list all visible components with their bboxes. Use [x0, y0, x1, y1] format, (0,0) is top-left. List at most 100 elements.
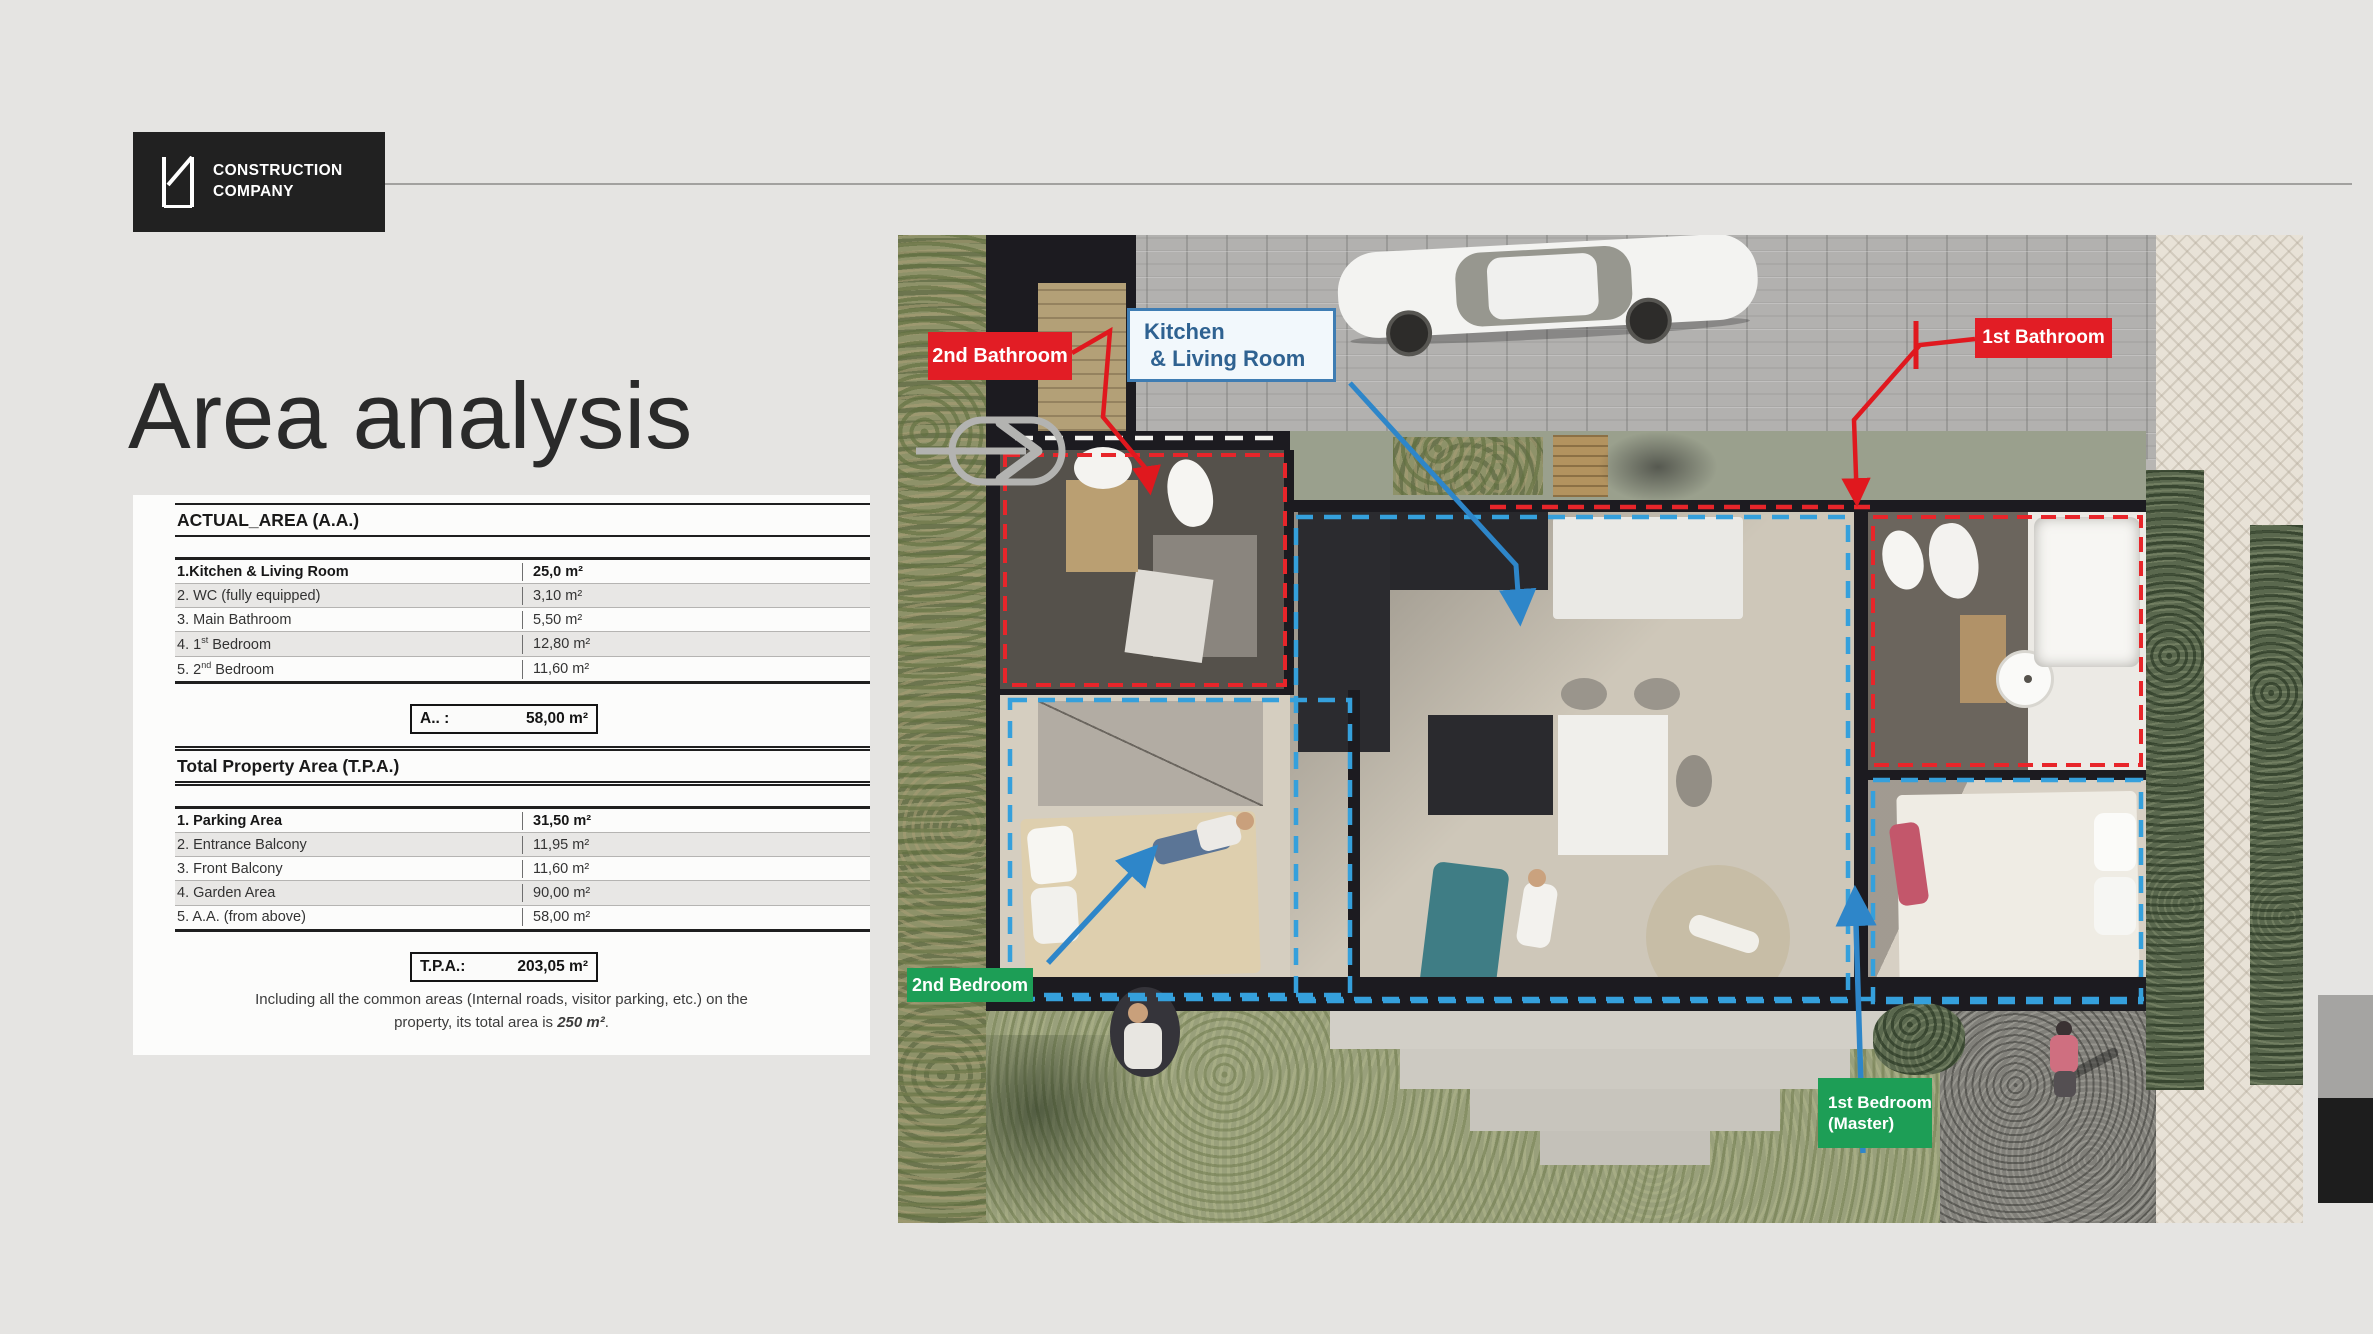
label-bathroom1-text: 1st Bathroom	[1982, 326, 2104, 350]
row-label: 5. 2nd Bedroom	[175, 660, 523, 679]
bedroom2-person-head	[1236, 812, 1254, 830]
person-shadow	[1598, 431, 1718, 503]
bathroom2-shower-glass	[1125, 569, 1214, 663]
table-row: 2. Entrance Balcony11,95 m²	[175, 833, 870, 857]
garden-plant	[1873, 1003, 1965, 1075]
sitting-person-head	[1128, 1003, 1148, 1023]
logo-monogram-icon	[161, 156, 195, 208]
logo-text: CONSTRUCTION COMPANY	[213, 161, 343, 203]
dining-chair-3	[1676, 755, 1712, 807]
tpa-table: 1. Parking Area31,50 m²2. Entrance Balco…	[175, 806, 870, 932]
row-value: 58,00 m²	[523, 908, 590, 926]
bedroom2-pillow-1	[1026, 825, 1078, 886]
actual-area-total: A.. : 58,00 m²	[410, 704, 598, 734]
walking-person-legs	[2054, 1071, 2076, 1097]
terrace-step-3	[1470, 1089, 1780, 1131]
page-title: Area analysis	[128, 362, 692, 470]
sitting-person-torso	[1124, 1023, 1162, 1069]
kitchen-line2: & Living Room	[1150, 346, 1305, 371]
kitchen-island	[1428, 715, 1553, 815]
row-label: 3. Front Balcony	[175, 860, 523, 878]
label-bathroom1: 1st Bathroom	[1975, 318, 2112, 358]
tpa-total-value: 203,05 m²	[517, 958, 588, 976]
table-row: 1. Parking Area31,50 m²	[175, 809, 870, 833]
label-kitchen-living-text: Kitchen & Living Room	[1144, 318, 1305, 373]
actual-area-total-value: 58,00 m²	[526, 710, 588, 728]
label-bathroom2-text: 2nd Bathroom	[932, 344, 1068, 369]
wall-bath2-living	[1284, 450, 1294, 695]
row-value: 90,00 m²	[523, 884, 590, 902]
row-label: 5. A.A. (from above)	[175, 908, 523, 926]
row-label: 4. 1st Bedroom	[175, 635, 523, 654]
dining-table	[1558, 715, 1668, 855]
wall-bed2-living	[1348, 690, 1360, 980]
hedge-right-inner	[2146, 470, 2204, 1090]
row-value: 11,60 m²	[523, 860, 589, 878]
kitchen-line1: Kitchen	[1144, 319, 1225, 344]
dining-chair-2	[1634, 678, 1680, 710]
bathroom2-vanity	[1066, 480, 1138, 572]
dining-chair-1	[1561, 678, 1607, 710]
floor-plan-render: 2nd Bathroom Kitchen & Living Room 1st B…	[898, 235, 2303, 1223]
gravel-path-right	[1940, 1011, 2156, 1223]
row-label: 1. Parking Area	[175, 812, 523, 830]
row-value: 31,50 m²	[523, 812, 591, 830]
label-bedroom1-text: 1st Bedroom (Master)	[1828, 1092, 1932, 1135]
label-bedroom2-text: 2nd Bedroom	[912, 974, 1028, 997]
terrace-step-2	[1400, 1049, 1850, 1089]
company-logo: CONSTRUCTION COMPANY	[133, 132, 385, 232]
table-row: 2. WC (fully equipped)3,10 m²	[175, 584, 870, 608]
bathroom1-sink-drain	[2024, 675, 2032, 683]
bedroom1-line2: (Master)	[1828, 1114, 1894, 1133]
logo-line1: CONSTRUCTION	[213, 161, 343, 182]
deco-rect-gray	[2318, 995, 2373, 1098]
table-row: 5. 2nd Bedroom11,60 m²	[175, 657, 870, 681]
tpa-total-label: T.P.A.:	[420, 958, 465, 976]
footer-note: Including all the common areas (Internal…	[133, 989, 870, 1034]
table-row: 1.Kitchen & Living Room25,0 m²	[175, 560, 870, 584]
row-value: 3,10 m²	[523, 587, 582, 605]
bathroom2-sink	[1074, 447, 1132, 489]
label-bathroom2: 2nd Bathroom	[928, 332, 1072, 380]
row-value: 25,0 m²	[523, 563, 583, 581]
bathroom1-shower-tub	[2034, 517, 2140, 667]
living-sofa	[1553, 517, 1743, 619]
actual-area-total-label: A.. :	[420, 710, 449, 728]
table-row: 5. A.A. (from above)58,00 m²	[175, 906, 870, 929]
standing-person-head	[1528, 869, 1546, 887]
logo-line2: COMPANY	[213, 182, 343, 203]
tpa-header: Total Property Area (T.P.A.)	[175, 746, 870, 786]
row-value: 11,95 m²	[523, 836, 589, 854]
table-row: 4. 1st Bedroom12,80 m²	[175, 632, 870, 657]
tpa-section: Total Property Area (T.P.A.) 1. Parking …	[175, 746, 870, 982]
footer-line2: property, its total area is	[394, 1014, 557, 1031]
row-value: 11,60 m²	[523, 660, 589, 679]
label-bedroom2: 2nd Bedroom	[907, 968, 1033, 1002]
bedroom1-pillow-2	[2094, 877, 2136, 935]
label-kitchen-living: Kitchen & Living Room	[1127, 308, 1336, 382]
table-row: 4. Garden Area90,00 m²	[175, 881, 870, 905]
header-divider-line	[385, 183, 2352, 185]
bedroom2-wardrobe	[1038, 701, 1263, 806]
table-row: 3. Front Balcony11,60 m²	[175, 857, 870, 881]
actual-area-section: ACTUAL_AREA (A.A.) 1.Kitchen & Living Ro…	[175, 503, 870, 734]
actual-area-table: 1.Kitchen & Living Room25,0 m²2. WC (ful…	[175, 557, 870, 684]
label-bedroom1: 1st Bedroom (Master)	[1818, 1078, 1932, 1148]
area-table-panel: ACTUAL_AREA (A.A.) 1.Kitchen & Living Ro…	[133, 495, 870, 1055]
bedroom1-line1: 1st Bedroom	[1828, 1093, 1932, 1112]
grass-strip-left	[898, 235, 986, 1223]
wall-living-right	[1854, 500, 1868, 1011]
entrance-planter	[1393, 437, 1543, 495]
deco-rect-black	[2318, 1098, 2373, 1203]
row-value: 5,50 m²	[523, 611, 582, 629]
hedge-right-outer	[2250, 525, 2303, 1085]
footer-line1: Including all the common areas (Internal…	[255, 991, 748, 1008]
row-label: 3. Main Bathroom	[175, 611, 523, 629]
footer-total-area: 250 m²	[557, 1014, 605, 1031]
table-row: 3. Main Bathroom5,50 m²	[175, 608, 870, 632]
kitchen-counter-side	[1298, 512, 1390, 752]
row-value: 12,80 m²	[523, 635, 590, 654]
walking-person-body	[2050, 1035, 2078, 1073]
row-label: 4. Garden Area	[175, 884, 523, 902]
terrace-step-4	[1540, 1131, 1710, 1165]
